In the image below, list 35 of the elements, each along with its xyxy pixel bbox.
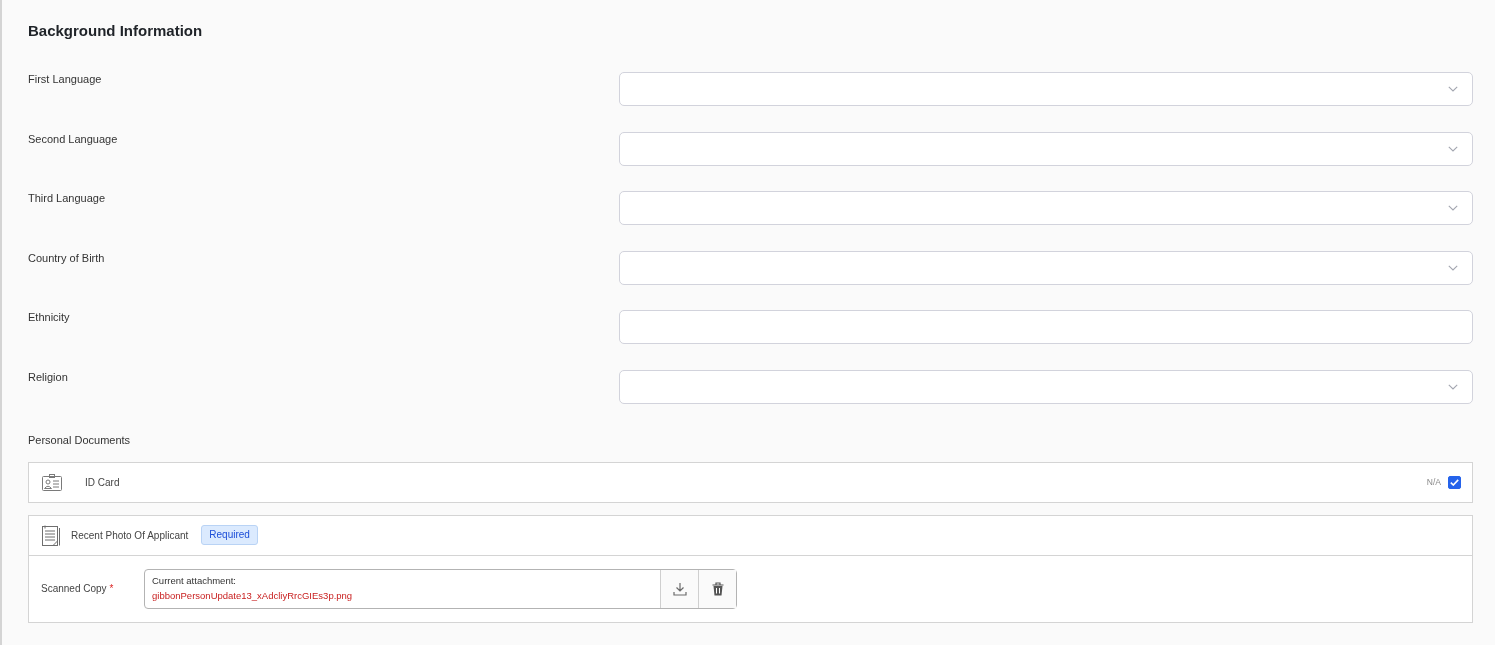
field-label: First Language: [28, 72, 103, 86]
attachment-caption: Current attachment:: [152, 575, 237, 588]
input-field[interactable]: [619, 310, 1473, 345]
id-card-icon: [42, 473, 62, 491]
field-label: Scanned Copy: [41, 583, 107, 595]
section-label: Personal Documents: [28, 432, 132, 447]
dropdown-field[interactable]: [619, 369, 1473, 404]
field-label: Ethnicity: [28, 310, 71, 325]
field-label: Religion: [28, 369, 69, 384]
dropdown-field[interactable]: [619, 191, 1473, 226]
field-label: Second Language: [28, 131, 119, 146]
section-title: Background Information: [28, 21, 204, 41]
dropdown-field[interactable]: [619, 72, 1473, 106]
document-icon: [42, 524, 61, 546]
field-label: Country of Birth: [28, 250, 106, 265]
trash-icon: [711, 581, 724, 596]
chevron-down-icon: [1448, 205, 1458, 212]
required-badge: Required: [201, 525, 258, 546]
delete-button[interactable]: [698, 569, 736, 608]
dropdown-field[interactable]: [619, 131, 1473, 166]
chevron-down-icon: [1448, 86, 1458, 92]
dropdown-field[interactable]: [619, 250, 1473, 285]
chevron-down-icon: [1448, 264, 1458, 271]
chevron-down-icon: [1448, 383, 1458, 390]
required-asterisk: *: [109, 583, 114, 595]
file-attachment-field[interactable]: Current attachment: gibbonPersonUpdate13_xAdcliyRrcGIEs3p.png: [144, 568, 737, 609]
chevron-down-icon: [1448, 145, 1458, 152]
document-title: Recent Photo Of Applicant: [71, 529, 189, 541]
checkmark-icon: [1450, 478, 1459, 486]
na-checkbox[interactable]: [1448, 475, 1461, 489]
field-label: Third Language: [28, 191, 107, 206]
attachment-filename[interactable]: gibbonPersonUpdate13_xAdcliyRrcGIEs3p.png: [152, 590, 660, 603]
download-icon: [672, 581, 687, 596]
na-label: N/A: [1426, 477, 1441, 488]
document-title: ID Card: [85, 476, 120, 488]
